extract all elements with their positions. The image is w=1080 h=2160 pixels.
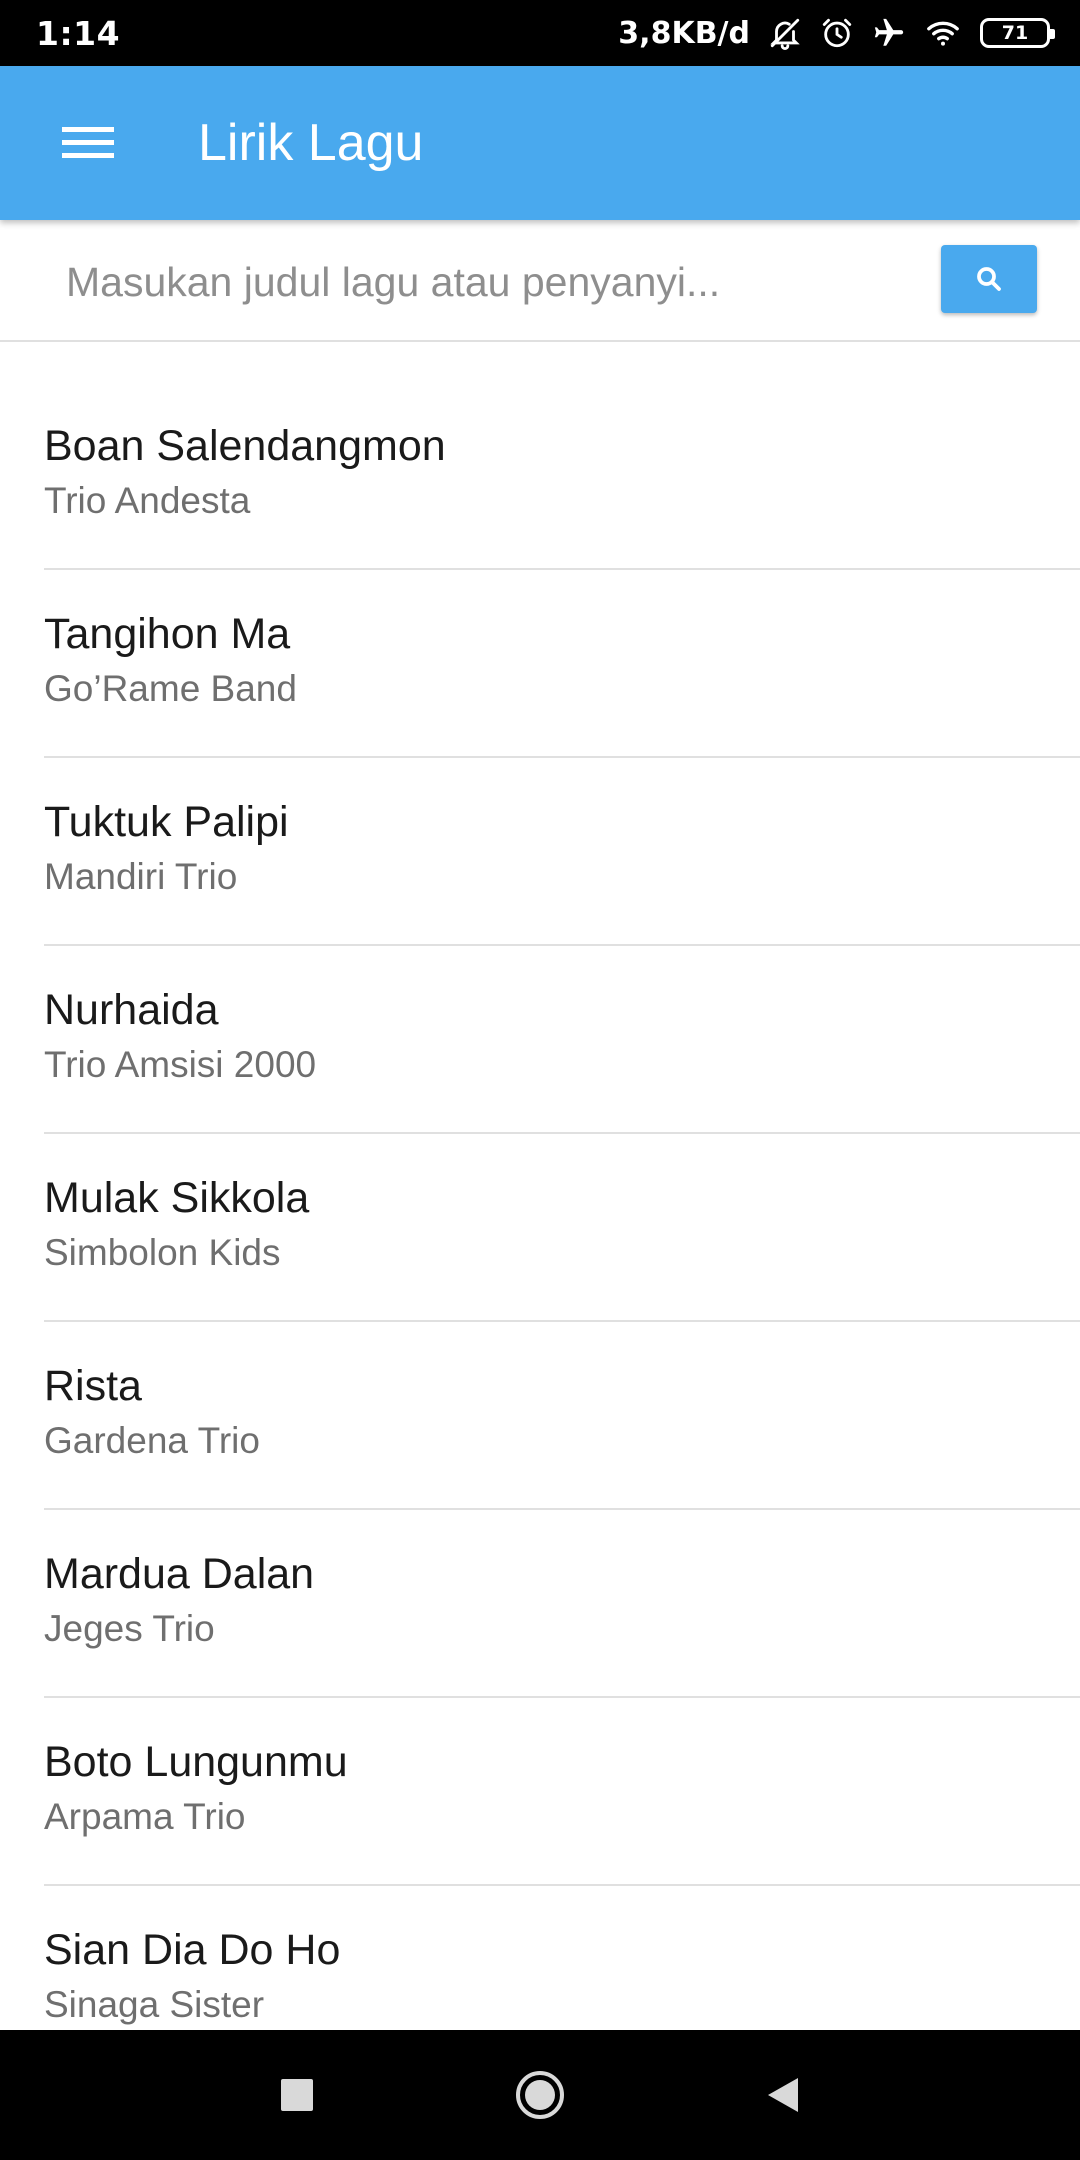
- home-icon: [515, 2071, 564, 2119]
- song-artist: Simbolon Kids: [44, 1232, 281, 1273]
- menu-icon: [62, 127, 114, 158]
- song-title: Rista: [44, 1362, 142, 1410]
- bell-off-icon: [768, 16, 802, 50]
- song-artist: Gardena Trio: [44, 1420, 260, 1461]
- network-speed: 3,8KB/d: [618, 15, 750, 51]
- song-artist: Arpama Trio: [44, 1796, 246, 1837]
- song-title: Tangihon Ma: [44, 610, 291, 658]
- song-artist: Sinaga Sister: [44, 1984, 265, 2025]
- list-item[interactable]: Mulak Sikkola Simbolon Kids: [0, 1134, 1080, 1322]
- menu-button[interactable]: [0, 66, 176, 220]
- app-bar: Lirik Lagu: [0, 66, 1080, 220]
- system-nav-bar: [0, 2030, 1080, 2160]
- search-input[interactable]: [66, 248, 916, 316]
- battery-level: 71: [1001, 22, 1029, 44]
- wifi-icon: [924, 16, 962, 50]
- search-bar: [0, 220, 1080, 342]
- home-button[interactable]: [495, 2050, 585, 2140]
- song-title: Boto Lungunmu: [44, 1738, 348, 1786]
- search-button[interactable]: [941, 245, 1037, 313]
- back-button[interactable]: [738, 2050, 828, 2140]
- song-artist: Trio Amsisi 2000: [44, 1044, 317, 1085]
- song-list: Boan Salendangmon Trio Andesta Tangihon …: [0, 382, 1080, 2074]
- list-item[interactable]: Tuktuk Palipi Mandiri Trio: [0, 758, 1080, 946]
- song-artist: Go’Rame Band: [44, 668, 297, 709]
- recents-icon: [280, 2079, 313, 2111]
- list-item[interactable]: Boto Lungunmu Arpama Trio: [0, 1698, 1080, 1886]
- list-item[interactable]: Rista Gardena Trio: [0, 1322, 1080, 1510]
- recents-button[interactable]: [252, 2050, 342, 2140]
- song-artist: Trio Andesta: [44, 480, 251, 521]
- song-title: Tuktuk Palipi: [44, 798, 289, 846]
- song-title: Nurhaida: [44, 986, 219, 1034]
- list-item[interactable]: Tangihon Ma Go’Rame Band: [0, 570, 1080, 758]
- song-artist: Mandiri Trio: [44, 856, 238, 897]
- list-item[interactable]: Nurhaida Trio Amsisi 2000: [0, 946, 1080, 1134]
- back-icon: [768, 2078, 799, 2112]
- status-time: 1:14: [36, 13, 121, 53]
- song-title: Mardua Dalan: [44, 1550, 315, 1598]
- song-title: Sian Dia Do Ho: [44, 1926, 341, 1974]
- airplane-icon: [872, 16, 906, 50]
- alarm-icon: [820, 16, 854, 50]
- song-artist: Jeges Trio: [44, 1608, 215, 1649]
- list-item[interactable]: Mardua Dalan Jeges Trio: [0, 1510, 1080, 1698]
- song-title: Mulak Sikkola: [44, 1174, 310, 1222]
- song-title: Boan Salendangmon: [44, 422, 446, 470]
- search-icon: [977, 267, 1001, 291]
- status-bar: 1:14 3,8KB/d 71: [0, 0, 1080, 66]
- app-title: Lirik Lagu: [198, 114, 424, 172]
- status-icons: 3,8KB/d 71: [618, 15, 1055, 51]
- battery-icon: 71: [980, 18, 1055, 48]
- list-item[interactable]: Boan Salendangmon Trio Andesta: [0, 382, 1080, 570]
